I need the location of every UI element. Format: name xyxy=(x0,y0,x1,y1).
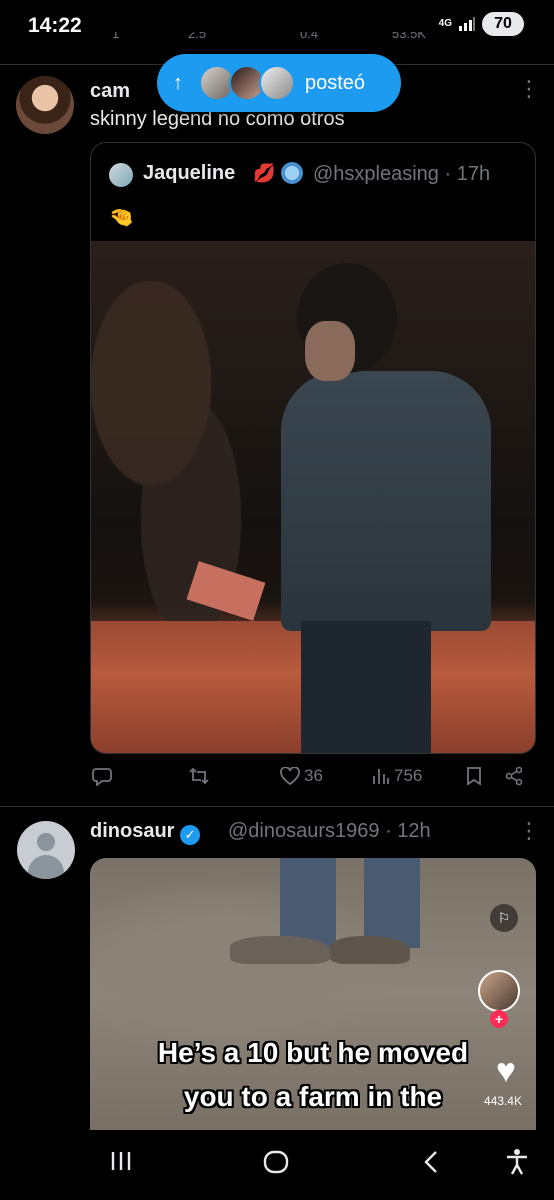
video-boot xyxy=(330,936,410,964)
avatar[interactable] xyxy=(16,76,74,134)
globe-badge-icon xyxy=(281,162,303,184)
prev-replies-count: 1 xyxy=(112,32,120,41)
reply-icon xyxy=(92,768,112,786)
system-navigation-bar xyxy=(0,1130,554,1200)
verified-icon: ✓ xyxy=(180,825,201,845)
follow-plus-icon[interactable]: + xyxy=(490,1010,508,1028)
reply-button[interactable] xyxy=(92,766,112,786)
quote-time: · 17h xyxy=(444,163,491,185)
quote-text: 🤏 xyxy=(109,207,134,229)
back-icon[interactable] xyxy=(420,1148,444,1182)
tweet-actions: 36 756 xyxy=(90,766,536,794)
bookmark-button[interactable] xyxy=(466,766,482,786)
more-icon[interactable]: ⋮ xyxy=(518,820,540,842)
views-button[interactable]: 756 xyxy=(372,766,422,786)
prev-likes-count: 0.4 xyxy=(300,32,319,41)
tweet-handle-time: @dinosaurs1969 · 12h xyxy=(228,820,431,843)
video-caption-line: you to a farm in the xyxy=(183,1081,443,1112)
prev-reposts-count: 2.5 xyxy=(188,32,207,41)
network-label: 4G xyxy=(438,18,452,29)
divider xyxy=(0,806,554,807)
views-count: 756 xyxy=(394,766,423,785)
avatar xyxy=(109,163,133,187)
share-icon xyxy=(505,766,523,786)
home-icon[interactable] xyxy=(262,1148,290,1182)
flag-icon[interactable]: ⚐ xyxy=(490,904,518,932)
avatar-placeholder-head xyxy=(37,833,55,851)
reposted-by-pill[interactable]: ↑ posteó xyxy=(157,54,401,112)
quote-video[interactable] xyxy=(91,241,535,753)
quote-name-emoji: 💋 xyxy=(253,163,276,183)
pill-avatars xyxy=(199,65,295,101)
battery-level: 70 xyxy=(494,15,512,32)
video-person-legs xyxy=(301,621,431,753)
previous-tweet-actions: 1 2.5 0.4 53.5K xyxy=(0,32,554,48)
share-button[interactable] xyxy=(504,766,524,786)
more-icon[interactable]: ⋮ xyxy=(518,78,540,100)
quote-handle-time: @hsxpleasing · 17h xyxy=(313,163,490,186)
repost-icon xyxy=(189,767,209,785)
video-caption-line: He’s a 10 but he moved xyxy=(157,1037,469,1068)
avatar-placeholder-body xyxy=(28,855,64,879)
signal-icon xyxy=(459,17,475,31)
repost-button[interactable] xyxy=(188,766,210,786)
pill-label: posteó xyxy=(305,71,366,94)
video-person-legs xyxy=(280,858,420,948)
like-icon xyxy=(280,767,300,785)
repost-arrow-icon: ↑ xyxy=(173,71,183,94)
quoted-tweet[interactable]: Jaqueline 💋 @hsxpleasing · 17h 🤏 xyxy=(90,142,536,754)
video-person-face xyxy=(305,321,355,381)
tweet-author-name[interactable]: cam xyxy=(90,80,130,103)
like-count: 36 xyxy=(304,766,323,785)
tweet-handle: @dinosaurs1969 xyxy=(228,820,380,842)
bookmark-icon xyxy=(467,767,481,786)
avatar xyxy=(259,65,295,101)
quote-handle: @hsxpleasing xyxy=(313,163,439,185)
tweet-time: · 12h xyxy=(385,820,431,842)
video-person xyxy=(281,371,491,631)
like-button[interactable]: 36 xyxy=(280,766,323,786)
tweet-author-name[interactable]: dinosaur ✓ xyxy=(90,820,201,845)
video-boot xyxy=(230,936,330,964)
views-icon xyxy=(373,769,389,784)
author-name-text: dinosaur xyxy=(90,820,175,842)
quote-author-name: Jaqueline xyxy=(143,162,236,184)
tweet-video[interactable]: ⚐ + ♥ 443.4K He’s a 10 but he moved you … xyxy=(90,858,536,1130)
avatar[interactable] xyxy=(17,821,75,879)
video-background-crowd xyxy=(91,281,291,621)
accessibility-icon[interactable] xyxy=(504,1148,530,1182)
recents-icon[interactable] xyxy=(108,1148,134,1180)
video-creator-avatar[interactable] xyxy=(478,970,520,1012)
prev-views-count: 53.5K xyxy=(392,32,426,41)
